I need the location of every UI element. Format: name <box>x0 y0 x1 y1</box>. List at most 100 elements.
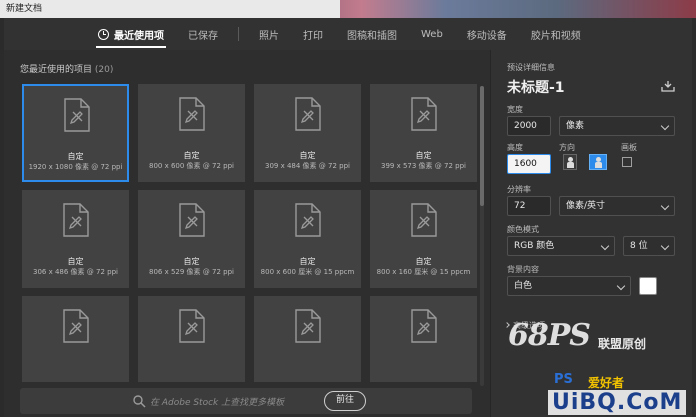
chevron-down-icon <box>660 241 670 251</box>
tab-label: 照片 <box>259 30 279 42</box>
save-preset-icon[interactable] <box>661 80 675 92</box>
tab-label: 已保存 <box>188 30 218 42</box>
preset-card[interactable] <box>138 296 245 382</box>
color-mode-value: RGB 颜色 <box>514 241 555 251</box>
landscape-orientation-button[interactable] <box>589 154 607 170</box>
recent-panel: 您最近使用的项目 (20) 自定 1920 x 1080 像素 @ 72 ppi… <box>4 50 490 417</box>
person-body <box>567 162 574 168</box>
background-color-swatch[interactable] <box>639 277 657 295</box>
preset-card[interactable] <box>254 296 361 382</box>
color-mode-label: 颜色模式 <box>507 225 539 234</box>
preset-details-heading: 预设详细信息 <box>507 63 555 72</box>
adobe-stock-search-bar: 在 Adobe Stock 上查找更多模板 前往 <box>20 388 472 414</box>
preset-size: 309 x 484 像素 @ 72 ppi <box>265 162 350 170</box>
preset-details-panel: 预设详细信息 未标题-1 宽度 2000 像素 高度 1600 方向 画板 分辨… <box>490 50 692 417</box>
document-icon <box>64 98 90 132</box>
preset-card[interactable]: 自定 306 x 486 像素 @ 72 ppi <box>22 190 129 288</box>
preset-card[interactable]: 自定 800 x 600 像素 @ 72 ppi <box>138 84 245 182</box>
watermark-site-b: 爱好者 <box>588 376 625 390</box>
background-select[interactable]: 白色 <box>507 276 631 296</box>
stock-search-input[interactable]: 在 Adobe Stock 上查找更多模板 <box>150 395 284 408</box>
document-icon <box>63 203 89 237</box>
width-input[interactable]: 2000 <box>507 116 551 136</box>
preset-name: 自定 <box>415 151 432 160</box>
document-icon <box>411 309 437 343</box>
preset-card[interactable]: 自定 800 x 160 厘米 @ 15 ppcm <box>370 190 477 288</box>
preset-name: 自定 <box>67 152 84 161</box>
preset-size: 800 x 160 厘米 @ 15 ppcm <box>376 268 471 276</box>
new-document-dialog: 最近使用项 已保存 照片 打印 图稿和插图 Web 移动设备 胶片和视频 您最近… <box>4 18 692 417</box>
document-icon <box>63 309 89 343</box>
preset-card[interactable]: 自定 309 x 484 像素 @ 72 ppi <box>254 84 361 182</box>
bit-depth-select[interactable]: 8 位 <box>623 236 675 256</box>
document-icon <box>295 203 321 237</box>
bit-depth-value: 8 位 <box>630 241 648 251</box>
document-icon <box>295 97 321 131</box>
tab-recent[interactable]: 最近使用项 <box>96 18 166 50</box>
recent-count: (20) <box>94 65 114 75</box>
height-input[interactable]: 1600 <box>507 154 551 174</box>
background-label: 背景内容 <box>507 265 539 274</box>
watermark-site-a: PS <box>554 372 573 387</box>
recent-title: 您最近使用的项目 <box>20 65 93 75</box>
width-unit-select[interactable]: 像素 <box>559 116 675 136</box>
resolution-label: 分辨率 <box>507 185 531 194</box>
preset-card[interactable] <box>370 296 477 382</box>
tab-label: 打印 <box>303 30 323 42</box>
preset-card[interactable]: 自定 800 x 600 厘米 @ 15 ppcm <box>254 190 361 288</box>
preset-name: 自定 <box>415 257 432 266</box>
chevron-down-icon <box>616 281 626 291</box>
artboard-checkbox[interactable] <box>622 157 632 167</box>
document-icon <box>179 203 205 237</box>
clock-icon <box>98 28 109 40</box>
artboard-label: 画板 <box>621 143 637 152</box>
preset-name: 自定 <box>183 257 200 266</box>
document-name-field[interactable]: 未标题-1 <box>507 77 565 97</box>
preset-card[interactable] <box>22 296 129 382</box>
preset-size: 806 x 529 像素 @ 72 ppi <box>149 268 234 276</box>
preset-name: 自定 <box>183 151 200 160</box>
preset-card[interactable]: 自定 1920 x 1080 像素 @ 72 ppi <box>22 84 129 182</box>
preset-name: 自定 <box>299 257 316 266</box>
tab-divider <box>238 27 239 41</box>
preset-size: 306 x 486 像素 @ 72 ppi <box>33 268 118 276</box>
scrollbar-thumb[interactable] <box>480 86 484 206</box>
tab-art-illustration[interactable]: 图稿和插图 <box>347 18 397 50</box>
watermark-logo-sub: 联盟原创 <box>598 337 647 351</box>
resolution-input[interactable]: 72 <box>507 196 551 216</box>
tab-label: 移动设备 <box>466 30 507 42</box>
background-value: 白色 <box>514 281 533 291</box>
document-icon <box>295 309 321 343</box>
recent-scrollbar[interactable] <box>480 86 484 386</box>
preset-card[interactable]: 自定 399 x 573 像素 @ 72 ppi <box>370 84 477 182</box>
tab-label: Web <box>421 28 443 40</box>
tab-photo[interactable]: 照片 <box>259 18 279 50</box>
tab-mobile[interactable]: 移动设备 <box>467 18 507 50</box>
person-body <box>595 162 602 168</box>
tab-label: 图稿和插图 <box>347 30 397 42</box>
portrait-orientation-button[interactable] <box>563 154 577 170</box>
height-label: 高度 <box>507 143 523 152</box>
preset-size: 1920 x 1080 像素 @ 72 ppi <box>28 163 123 171</box>
watermark-site: PS 爱好者 UiBQ.CoM <box>548 372 696 417</box>
color-mode-select[interactable]: RGB 颜色 <box>507 236 615 256</box>
document-icon <box>411 203 437 237</box>
document-icon <box>411 97 437 131</box>
tab-film-video[interactable]: 胶片和视频 <box>531 18 581 50</box>
tab-web[interactable]: Web <box>421 18 443 50</box>
tab-saved[interactable]: 已保存 <box>188 18 218 50</box>
tab-print[interactable]: 打印 <box>303 18 323 50</box>
resolution-unit-value: 像素/英寸 <box>566 201 606 211</box>
chevron-down-icon <box>660 201 670 211</box>
resolution-unit-select[interactable]: 像素/英寸 <box>559 196 675 216</box>
chevron-down-icon <box>660 121 670 131</box>
recent-grid: 自定 1920 x 1080 像素 @ 72 ppi 自定 800 x 600 … <box>20 82 480 382</box>
document-icon <box>179 309 205 343</box>
preset-card[interactable]: 自定 806 x 529 像素 @ 72 ppi <box>138 190 245 288</box>
go-button[interactable]: 前往 <box>324 391 366 411</box>
width-label: 宽度 <box>507 105 523 114</box>
search-icon <box>133 395 146 408</box>
preset-size: 399 x 573 像素 @ 72 ppi <box>381 162 466 170</box>
width-unit-value: 像素 <box>566 121 585 131</box>
tab-label: 最近使用项 <box>114 30 164 42</box>
